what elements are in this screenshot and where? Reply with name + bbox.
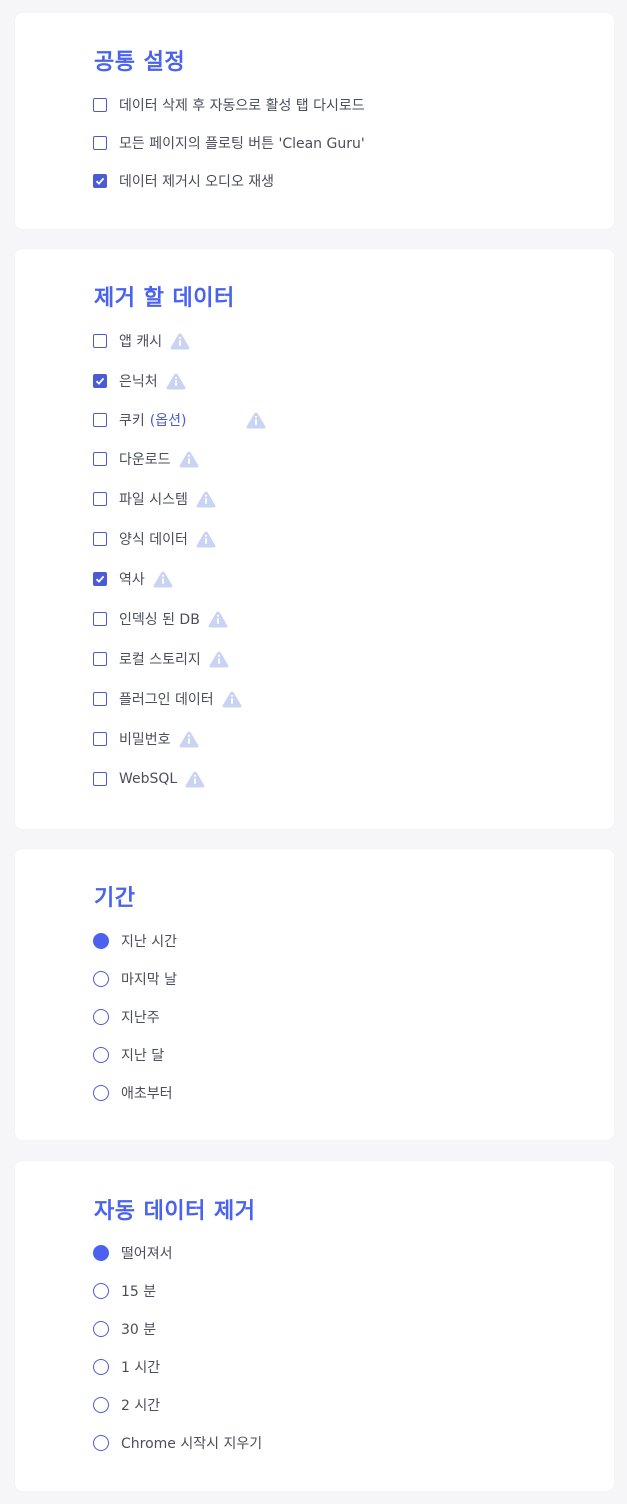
data-item-indexed-db[interactable]: 인덱싱 된 DB (93, 608, 228, 630)
section-title-common: 공통 설정 (94, 50, 186, 75)
option-floating-button[interactable]: 모든 페이지의 플로팅 버튼 'Clean Guru' (93, 132, 365, 154)
radio-button[interactable] (93, 933, 109, 949)
data-item-cookies[interactable]: 쿠키 (옵션) (93, 409, 266, 431)
period-option-all-time[interactable]: 애초부터 (93, 1082, 173, 1104)
option-play-audio[interactable]: 데이터 제거시 오디오 재생 (93, 170, 274, 192)
auto-remove-option-off[interactable]: 떨어져서 (93, 1242, 173, 1264)
warning-icon[interactable] (208, 610, 228, 628)
data-item-label: 파일 시스템 (119, 492, 188, 508)
data-item-plugin-data[interactable]: 플러그인 데이터 (93, 688, 242, 710)
checkbox[interactable] (93, 334, 107, 348)
radio-button[interactable] (93, 1435, 109, 1451)
checkbox[interactable] (93, 532, 107, 546)
warning-icon[interactable] (209, 650, 229, 668)
data-item-app-cache[interactable]: 앱 캐시 (93, 330, 190, 352)
data-item-history[interactable]: 역사 (93, 568, 173, 590)
radio-button[interactable] (93, 1245, 109, 1261)
option-label: 15 분 (121, 1284, 157, 1300)
auto-remove-option-1hour[interactable]: 1 시간 (93, 1356, 160, 1378)
radio-button[interactable] (93, 1359, 109, 1375)
common-settings-card: 공통 설정 데이터 삭제 후 자동으로 활성 탭 다시로드 모든 페이지의 플로… (15, 13, 614, 229)
warning-icon[interactable] (246, 411, 266, 429)
cookie-options-link[interactable]: (옵션) (150, 410, 187, 430)
checkbox[interactable] (93, 692, 107, 706)
warning-icon[interactable] (185, 770, 205, 788)
checkbox[interactable] (93, 174, 107, 188)
option-label: 지난주 (121, 1010, 160, 1026)
data-item-label: WebSQL (119, 771, 178, 787)
section-title-period: 기간 (94, 886, 136, 911)
data-item-file-system[interactable]: 파일 시스템 (93, 488, 216, 510)
checkbox[interactable] (93, 374, 107, 388)
data-item-label: 비밀번호 (119, 732, 171, 748)
checkbox[interactable] (93, 98, 107, 112)
section-title-data-to-remove: 제거 할 데이터 (94, 286, 235, 311)
data-item-label: 은닉처 (119, 374, 158, 390)
option-label: 1 시간 (121, 1360, 161, 1376)
data-item-label: 역사 (119, 572, 145, 588)
data-item-label: 로컬 스토리지 (119, 652, 201, 668)
option-label: 모든 페이지의 플로팅 버튼 'Clean Guru' (119, 136, 365, 152)
checkbox[interactable] (93, 136, 107, 150)
warning-icon[interactable] (166, 372, 186, 390)
period-card: 기간 지난 시간 마지막 날 지난주 지난 달 애초부터 (15, 849, 614, 1140)
data-to-remove-card: 제거 할 데이터 앱 캐시 은닉처 쿠키 (옵션) 다운로드 파일 시스템 양식… (15, 249, 614, 829)
period-option-last-month[interactable]: 지난 달 (93, 1044, 164, 1066)
warning-icon[interactable] (153, 570, 173, 588)
radio-button[interactable] (93, 971, 109, 987)
data-item-passwords[interactable]: 비밀번호 (93, 728, 199, 750)
checkbox[interactable] (93, 452, 107, 466)
option-label: 지난 시간 (121, 934, 177, 950)
checkbox[interactable] (93, 732, 107, 746)
data-item-websql[interactable]: WebSQL (93, 768, 205, 790)
section-title-auto-remove: 자동 데이터 제거 (94, 1199, 256, 1224)
option-auto-reload-tab[interactable]: 데이터 삭제 후 자동으로 활성 탭 다시로드 (93, 94, 365, 116)
option-label: 데이터 제거시 오디오 재생 (119, 174, 275, 190)
checkbox[interactable] (93, 652, 107, 666)
data-item-label: 앱 캐시 (119, 334, 163, 350)
warning-icon[interactable] (196, 490, 216, 508)
data-item-downloads[interactable]: 다운로드 (93, 448, 199, 470)
period-option-last-day[interactable]: 마지막 날 (93, 968, 177, 990)
data-item-label: 다운로드 (119, 452, 171, 468)
checkbox[interactable] (93, 413, 107, 427)
period-option-last-week[interactable]: 지난주 (93, 1006, 160, 1028)
option-label: 지난 달 (121, 1048, 165, 1064)
radio-button[interactable] (93, 1085, 109, 1101)
radio-button[interactable] (93, 1397, 109, 1413)
warning-icon[interactable] (222, 690, 242, 708)
auto-remove-option-2hours[interactable]: 2 시간 (93, 1394, 160, 1416)
warning-icon[interactable] (196, 530, 216, 548)
data-item-form-data[interactable]: 양식 데이터 (93, 528, 216, 550)
warning-icon[interactable] (179, 450, 199, 468)
auto-remove-card: 자동 데이터 제거 떨어져서 15 분 30 분 1 시간 2 시간 Chrom… (15, 1161, 614, 1491)
warning-icon[interactable] (170, 332, 190, 350)
radio-button[interactable] (93, 1283, 109, 1299)
data-item-cache[interactable]: 은닉처 (93, 370, 186, 392)
auto-remove-option-15min[interactable]: 15 분 (93, 1280, 156, 1302)
checkbox[interactable] (93, 572, 107, 586)
period-option-last-hour[interactable]: 지난 시간 (93, 930, 177, 952)
auto-remove-option-chrome-start[interactable]: Chrome 시작시 지우기 (93, 1432, 262, 1454)
checkbox[interactable] (93, 492, 107, 506)
warning-icon[interactable] (179, 730, 199, 748)
checkbox[interactable] (93, 772, 107, 786)
option-label: 데이터 삭제 후 자동으로 활성 탭 다시로드 (119, 98, 365, 114)
option-label: 떨어져서 (121, 1246, 173, 1262)
radio-button[interactable] (93, 1047, 109, 1063)
option-label: Chrome 시작시 지우기 (121, 1436, 263, 1452)
radio-button[interactable] (93, 1321, 109, 1337)
data-item-label: 플러그인 데이터 (119, 692, 214, 708)
radio-button[interactable] (93, 1009, 109, 1025)
option-label: 30 분 (121, 1322, 157, 1338)
data-item-local-storage[interactable]: 로컬 스토리지 (93, 648, 229, 670)
checkbox[interactable] (93, 612, 107, 626)
option-label: 마지막 날 (121, 972, 177, 988)
auto-remove-option-30min[interactable]: 30 분 (93, 1318, 156, 1340)
data-item-label: 양식 데이터 (119, 532, 188, 548)
option-label: 애초부터 (121, 1086, 173, 1102)
data-item-label: 인덱싱 된 DB (119, 612, 200, 628)
option-label: 2 시간 (121, 1398, 161, 1414)
data-item-label: 쿠키 (119, 413, 145, 429)
